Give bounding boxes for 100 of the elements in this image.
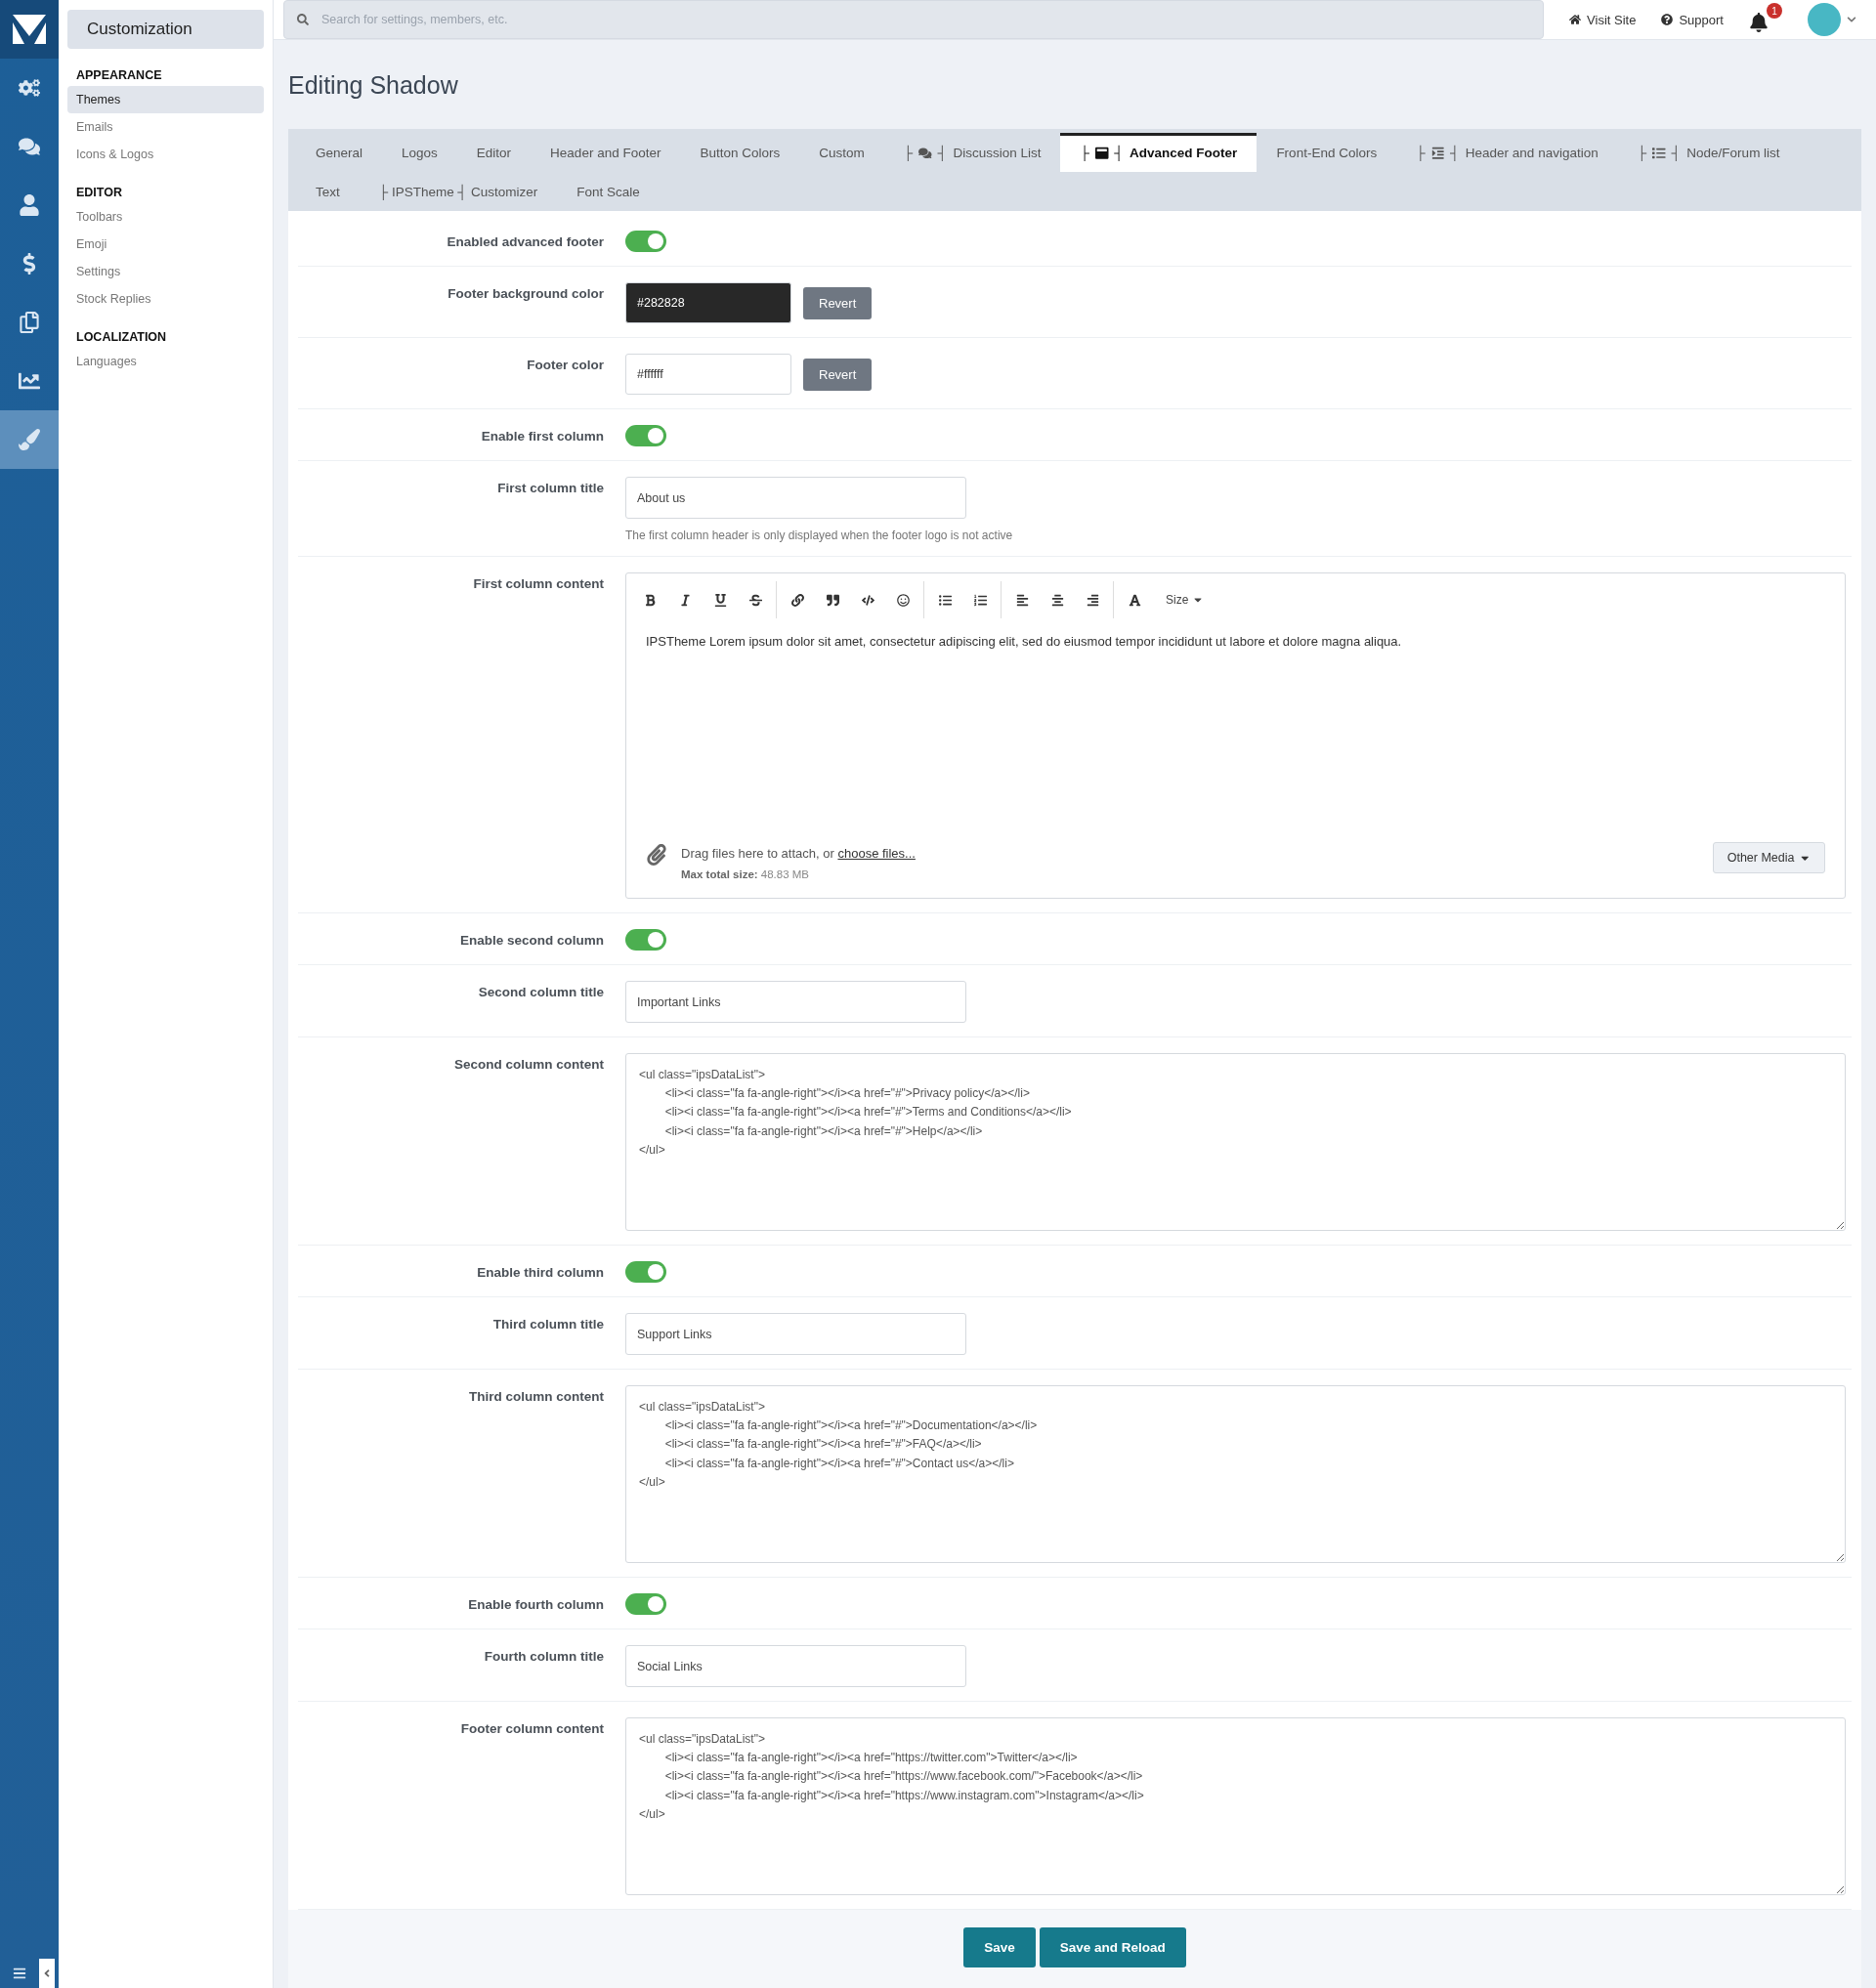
color-field[interactable]: #282828 [625,282,791,323]
save-button[interactable]: Save and Reload [1039,1927,1186,1967]
bullet-list-icon [938,593,952,607]
align-right-icon [1086,593,1099,607]
choose-files-link[interactable]: choose files... [837,846,916,861]
tab[interactable]: ├ IPSTheme ┤ Customizer [359,172,558,211]
code-textarea[interactable]: <ul class="ipsDataList"> <li><i class="fa fa-angle-right"></i><a href="#">Privacy policy</a></li> <li><i class="fa fa-angle-right"></i><a href="#">Terms and Conditions</a></li> <li><i class="fa fa-angle-right"></i><a href="#">Help</a></li> </ul> [625,1053,1846,1231]
sidebar-title: Customization [67,10,264,49]
field-hint: The first column header is only displayed when the footer logo is not active [625,529,1014,542]
save-button[interactable]: Save [963,1927,1036,1967]
tab[interactable]: Font Scale [557,172,660,211]
attach-hint: Drag files here to attach, or choose files... [681,846,917,861]
editor-text: IPSTheme Lorem ipsum dolor sit amet, consectetur adipiscing elit, sed do eiusmod tempor incididunt ut labore et dolore magna aliqua. [645,633,1403,651]
tab[interactable]: ├ ┤ Node/Forum list [1617,133,1800,172]
text-field[interactable]: Social Links [625,1645,966,1687]
field-label: Third column content [468,1388,605,1406]
tab[interactable]: Custom [799,133,884,172]
bell-icon [1749,13,1769,32]
other-media-button[interactable]: Other Media [1712,842,1825,873]
code-textarea[interactable]: <ul class="ipsDataList"> <li><i class="fa fa-angle-right"></i><a href="https://twitter.com">Twitter</a></li> <li><i class="fa fa-angle-right"></i><a href="https://www.facebook.com/">Facebook</a></li> <li><i class="fa fa-angle-right"></i><a href="https://www.instagram.com">Instagram</a></li> </ul> [625,1717,1846,1895]
logo-icon [13,15,46,44]
tab[interactable]: Editor [456,133,532,172]
sidebar-item[interactable]: Emails [67,113,264,141]
tab[interactable]: ├ ┤ Header and navigation [1396,133,1618,172]
home-icon [1569,14,1582,25]
tab[interactable]: General [296,133,383,172]
top-link[interactable]: Visit Site [1569,12,1637,27]
sidebar-item[interactable]: Themes [67,86,264,113]
sidebar-item[interactable]: Languages [67,348,264,375]
field-label: Second column title [477,984,605,1001]
sidebar-item[interactable]: Stock Replies [67,285,264,313]
avatar [1808,3,1841,36]
toggle-switch[interactable] [625,231,666,252]
field-label: Enable first column [480,428,605,445]
text-field[interactable]: About us [625,477,966,519]
field-label: First column title [496,480,605,497]
tab[interactable]: Header and Footer [531,133,681,172]
help-icon [1661,14,1674,25]
bold-icon [643,593,657,607]
top-link[interactable]: Support [1661,12,1724,27]
toggle-switch[interactable] [625,425,666,446]
tab[interactable]: ├ ┤ Advanced Footer [1060,133,1258,172]
link-icon [790,593,804,607]
section-heading: EDITOR [75,186,123,199]
align-left-icon [1015,593,1029,607]
field-label: Footer background color [447,285,605,303]
tab[interactable]: Logos [382,133,457,172]
sidebar-item[interactable]: Emoji [67,231,264,258]
tab[interactable]: Text [296,172,360,211]
font-color-icon [1128,593,1141,607]
indent-list-icon [1430,146,1445,160]
section-heading: LOCALIZATION [75,330,168,344]
numbered-list-icon [973,593,987,607]
sidebar-item[interactable]: Icons & Logos [67,141,264,168]
field-label: Second column content [453,1056,605,1074]
menu-icon [13,1967,26,1980]
field-label: Enable third column [476,1264,605,1282]
tab[interactable]: ├ ┤ Discussion List [883,133,1061,172]
smiley-icon [896,593,910,607]
size-dropdown[interactable]: Size [1152,593,1218,607]
code-icon [861,593,874,607]
page-title: Editing Shadow [288,71,459,100]
field-label: Enable fourth column [467,1596,605,1614]
copy-icon [19,312,40,333]
list-icon [1652,146,1666,160]
align-center-icon [1050,593,1064,607]
collapse-button[interactable] [39,1959,55,1988]
color-field[interactable]: #ffffff [625,354,791,395]
tab[interactable]: Front-End Colors [1257,133,1397,172]
quote-icon [826,593,839,607]
gears-icon [19,77,40,99]
revert-button[interactable]: Revert [803,358,873,391]
field-label: Footer column content [459,1720,605,1738]
strikethrough-icon [748,593,762,607]
code-textarea[interactable]: <ul class="ipsDataList"> <li><i class="fa fa-angle-right"></i><a href="#">Documentation</a></li> <li><i class="fa fa-angle-right"></i><a href="#">FAQ</a></li> <li><i class="fa fa-angle-right"></i><a href="#">Contact us</a></li> </ul> [625,1385,1846,1563]
field-label: Enable second column [458,932,605,950]
field-label: Enabled advanced footer [446,233,605,251]
italic-icon [678,593,692,607]
revert-button[interactable]: Revert [803,286,873,319]
sidebar-item[interactable]: Settings [67,258,264,285]
chevron-down-icon [1847,15,1856,24]
notifications-button[interactable]: 1 [1749,3,1782,36]
rail-item[interactable] [0,410,59,469]
toggle-switch[interactable] [625,1261,666,1283]
user-icon [19,194,40,216]
paperclip-icon [646,844,667,866]
window-icon [1095,146,1109,160]
search-field[interactable]: Search for settings, members, etc. [283,0,1545,39]
search-icon [297,14,309,25]
max-size-text: Max total size: 48.83 MB [681,868,811,880]
field-label: Third column title [491,1316,605,1333]
field-label: First column content [472,575,605,593]
tab[interactable]: Button Colors [680,133,800,172]
sidebar-item[interactable]: Toolbars [67,203,264,231]
text-field[interactable]: Important Links [625,981,966,1023]
section-heading: APPEARANCE [75,68,163,82]
field-label: Footer color [526,357,605,374]
toggle-switch[interactable] [625,929,666,951]
toggle-switch[interactable] [625,1593,666,1615]
text-field[interactable]: Support Links [625,1313,966,1355]
